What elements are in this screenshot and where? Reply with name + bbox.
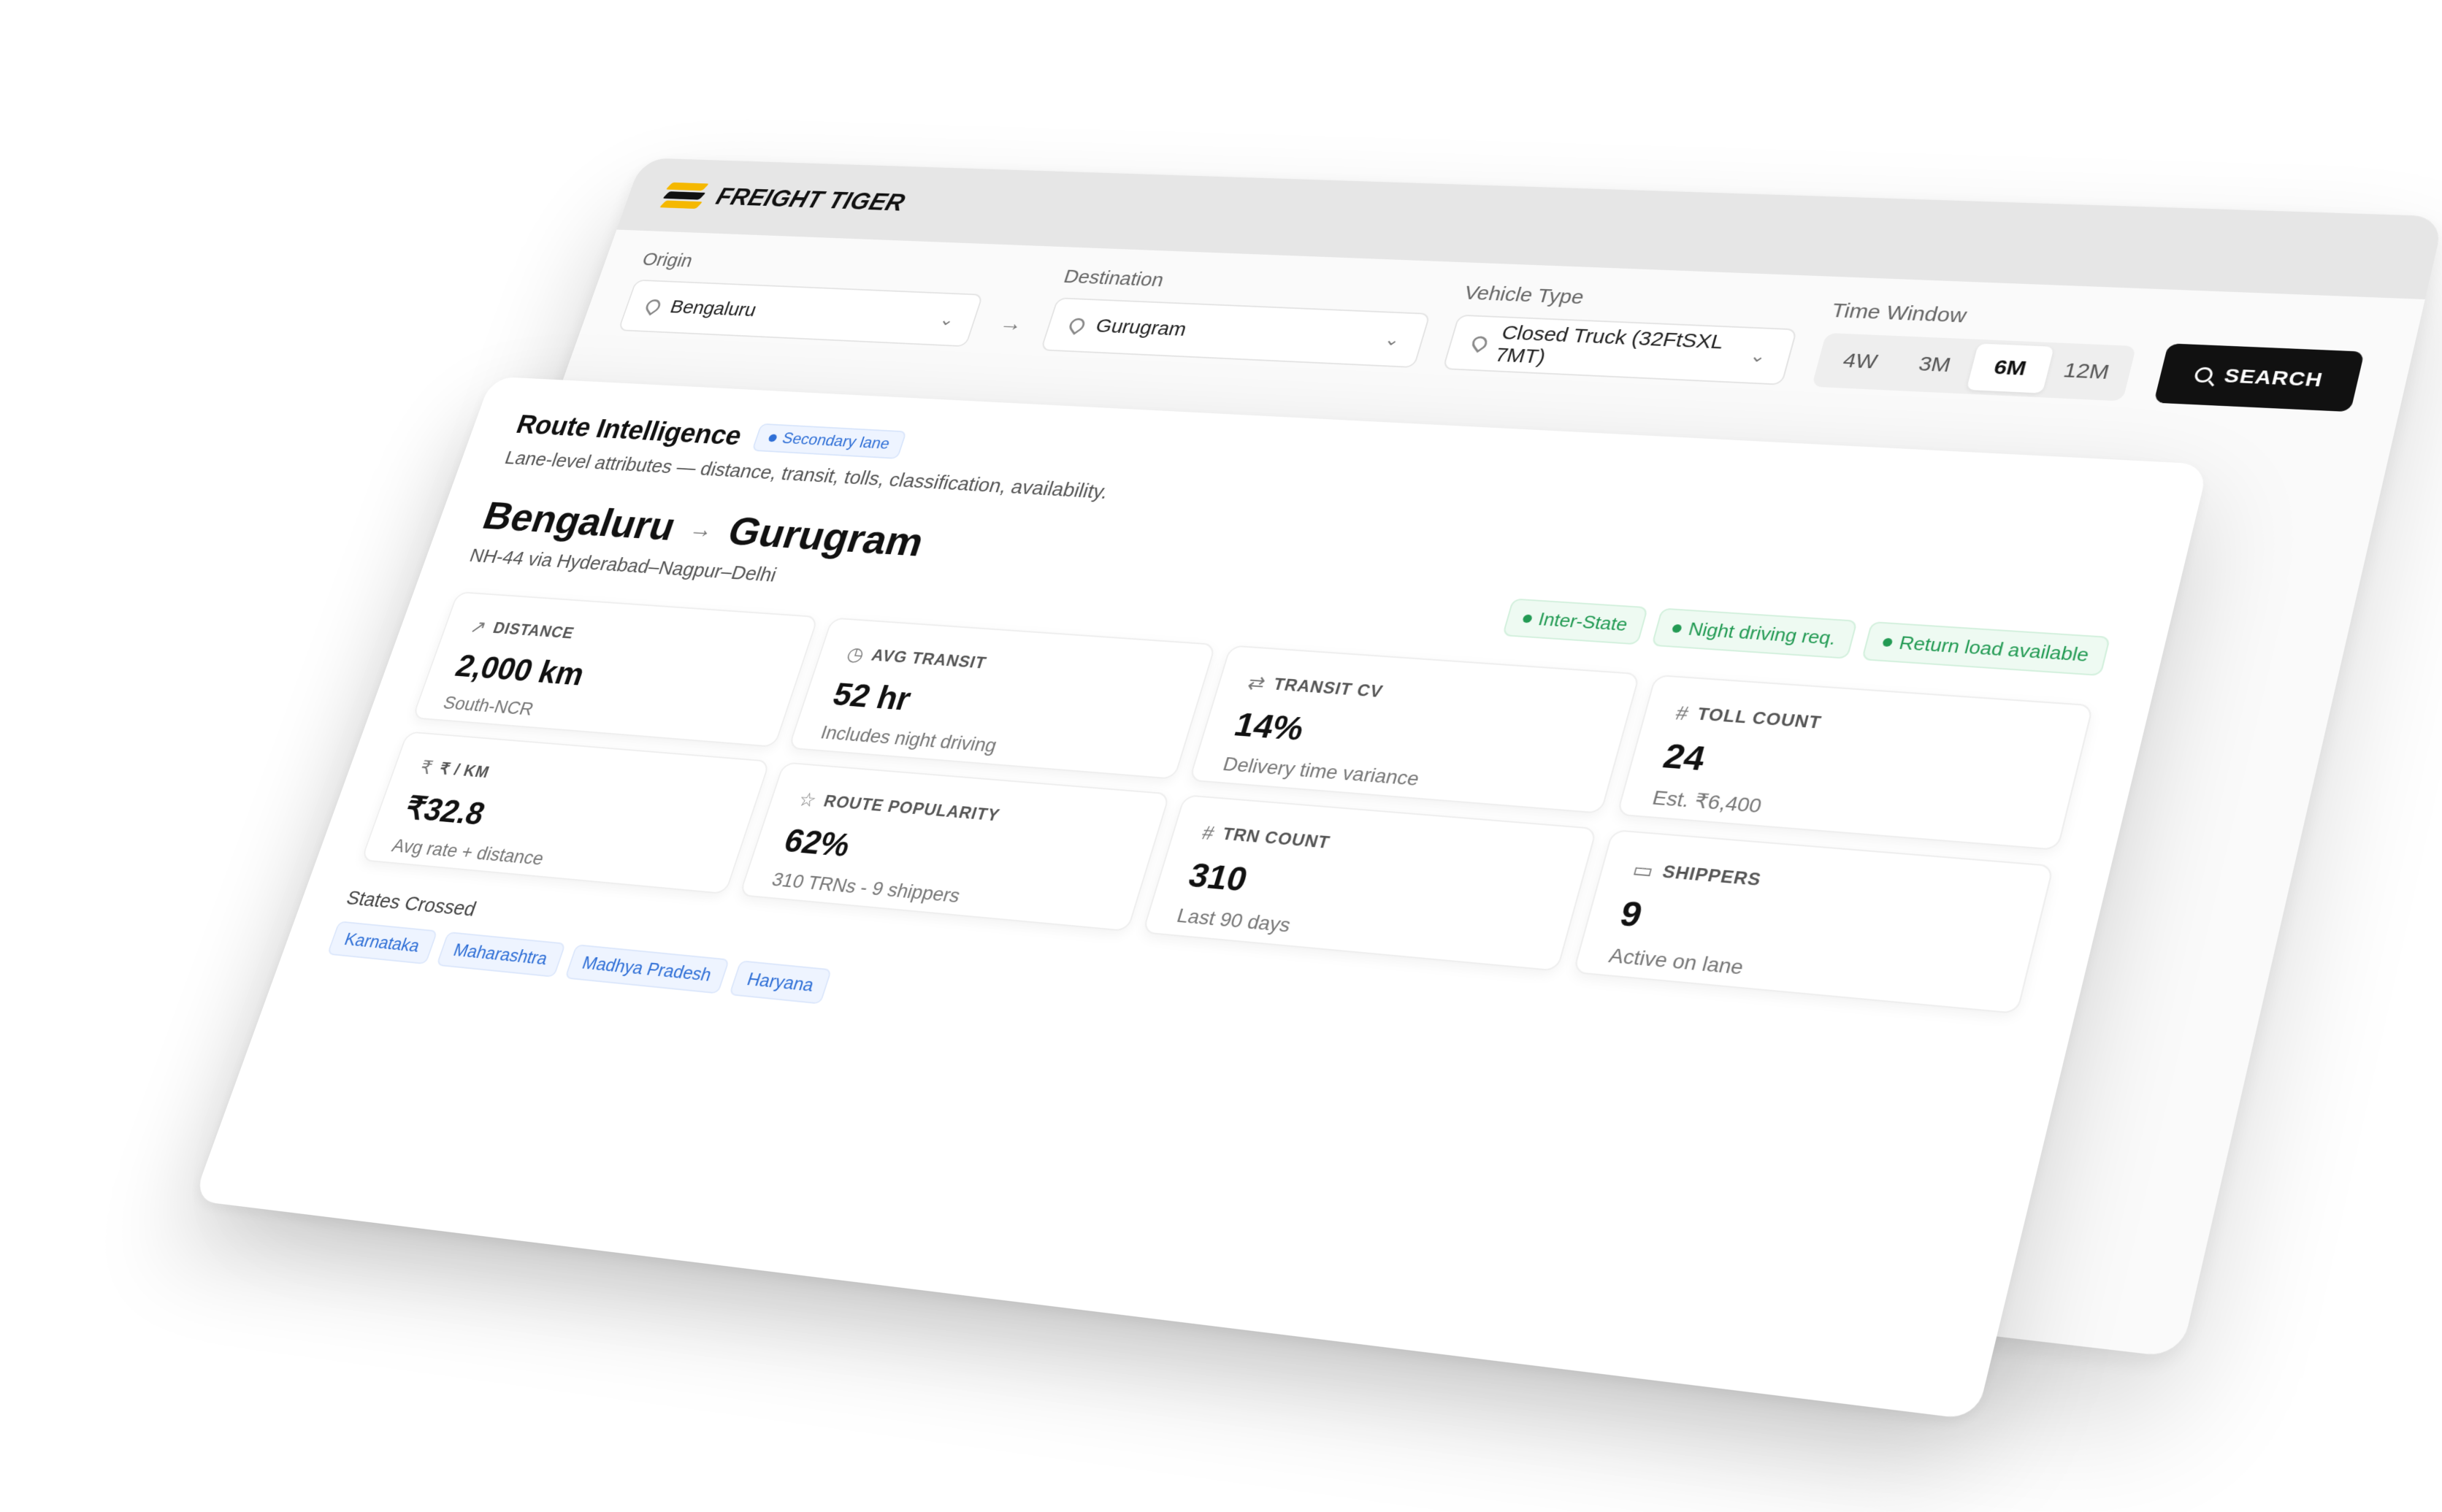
- chevron-down-icon: ⌄: [1382, 329, 1404, 350]
- state-chip: Karnataka: [326, 921, 438, 965]
- metric-distance: ↗ DISTANCE 2,000 km South-NCR: [411, 591, 819, 748]
- time-option-12m[interactable]: 12M: [2042, 347, 2130, 397]
- state-chip: Haryana: [729, 960, 832, 1005]
- arrow-up-right-icon: ↗: [467, 616, 490, 637]
- metric-label-text: TRN COUNT: [1220, 824, 1333, 853]
- search-icon: [2193, 367, 2214, 383]
- time-window-toggle: 4W 3M 6M 12M: [1811, 332, 2137, 402]
- origin-label: Origin: [639, 249, 696, 272]
- state-chip: Maharashtra: [435, 931, 566, 978]
- metric-trn-count: # TRN COUNT 310 Last 90 days: [1141, 794, 1598, 972]
- brand-name: FREIGHT TIGER: [713, 183, 908, 216]
- location-pin-icon: [1469, 333, 1490, 353]
- route-destination: Gurugram: [722, 508, 930, 566]
- hash-icon: #: [1673, 702, 1692, 725]
- tag-label: Return load available: [1896, 632, 2091, 666]
- location-pin-icon: [1067, 315, 1088, 335]
- lane-tags: Inter-State Night driving req. Return lo…: [1501, 598, 2111, 677]
- vehicle-field: Vehicle Type Closed Truck (32FtSXL 7MT) …: [1442, 282, 1807, 385]
- time-option-3m[interactable]: 3M: [1891, 340, 1978, 390]
- chevron-down-icon: ⌄: [1748, 345, 1769, 366]
- metric-label-text: TOLL COUNT: [1695, 705, 1823, 733]
- status-dot-icon: [1672, 623, 1683, 633]
- search-button-label: SEARCH: [2221, 364, 2325, 391]
- status-dot-icon: [1521, 613, 1534, 623]
- metric-label-text: SHIPPERS: [1660, 861, 1764, 890]
- timer-icon: ◷: [844, 643, 868, 665]
- time-option-4w[interactable]: 4W: [1817, 337, 1903, 386]
- tag-label: Night driving req.: [1686, 618, 1839, 649]
- location-pin-icon: [643, 296, 663, 316]
- arrow-right-icon: →: [686, 515, 719, 542]
- time-option-6m[interactable]: 6M: [1966, 343, 2054, 394]
- tag-label: Inter-State: [1536, 608, 1631, 635]
- destination-label: Destination: [1061, 266, 1167, 291]
- origin-select[interactable]: Bengaluru ⌄: [617, 279, 984, 348]
- time-window-label: Time Window: [1829, 299, 1970, 328]
- metric-label-text: DISTANCE: [491, 618, 577, 642]
- metric-avg-transit: ◷ AVG TRANSIT 52 hr Includes night drivin…: [787, 617, 1217, 780]
- lane-type-label: Secondary lane: [779, 429, 892, 453]
- destination-select[interactable]: Gurugram ⌄: [1040, 297, 1431, 369]
- route-origin: Bengaluru: [477, 494, 682, 550]
- tag-inter-state: Inter-State: [1501, 598, 1649, 645]
- truck-icon: ▭: [1630, 858, 1657, 883]
- status-dot-icon: [1881, 637, 1894, 647]
- state-chip: Madhya Pradesh: [564, 944, 730, 994]
- chevron-down-icon: ⌄: [937, 309, 958, 329]
- rupee-icon: ₹: [417, 757, 437, 778]
- route-icon: ⇄: [1245, 672, 1269, 694]
- metric-route-popularity: ☆ ROUTE POPULARITY 62% 310 TRNs - 9 shipp…: [738, 761, 1171, 932]
- route-intelligence-card: Route Intelligence Secondary lane Lane-l…: [193, 376, 2209, 1421]
- time-window-field: Time Window 4W 3M 6M 12M: [1811, 299, 2145, 402]
- origin-field: Origin Bengaluru ⌄: [617, 249, 994, 348]
- metric-toll-count: # TOLL COUNT 24 Est. ₹6,400: [1616, 674, 2094, 851]
- vehicle-select[interactable]: Closed Truck (32FtSXL 7MT) ⌄: [1442, 314, 1798, 385]
- route-heading: Bengaluru → Gurugram NH-44 via Hyderabad…: [467, 494, 930, 596]
- destination-field: Destination Gurugram ⌄: [1040, 266, 1440, 369]
- metric-label-text: ROUTE POPULARITY: [821, 791, 1003, 825]
- vehicle-label: Vehicle Type: [1461, 282, 1587, 309]
- search-button[interactable]: SEARCH: [2153, 343, 2365, 412]
- arrow-right-icon: →: [996, 311, 1027, 337]
- tag-night-driving: Night driving req.: [1651, 607, 1858, 659]
- metric-transit-cv: ⇄ TRANSIT CV 14% Delivery time variance: [1188, 645, 1641, 814]
- tag-return-load: Return load available: [1861, 621, 2111, 677]
- stage: FREIGHT TIGER Origin Bengaluru ⌄ → Desti…: [0, 0, 2442, 1512]
- vehicle-value: Closed Truck (32FtSXL 7MT): [1492, 321, 1726, 368]
- metric-label-text: TRANSIT CV: [1271, 675, 1385, 702]
- status-dot-icon: [767, 434, 778, 442]
- origin-value: Bengaluru: [667, 296, 759, 321]
- hash-icon: #: [1199, 821, 1218, 845]
- route-intelligence-title: Route Intelligence: [513, 409, 746, 451]
- metric-rate-per-km: ₹ ₹ / KM ₹32.8 Avg rate + distance: [360, 731, 771, 895]
- star-icon: ☆: [795, 788, 820, 811]
- metric-label-text: AVG TRANSIT: [869, 645, 989, 672]
- freight-tiger-logo-icon: [659, 181, 709, 210]
- metric-label-text: ₹ / KM: [437, 759, 492, 782]
- destination-value: Gurugram: [1092, 315, 1190, 341]
- lane-type-badge: Secondary lane: [751, 423, 907, 459]
- metric-shippers: ▭ SHIPPERS 9 Active on lane: [1572, 829, 2055, 1015]
